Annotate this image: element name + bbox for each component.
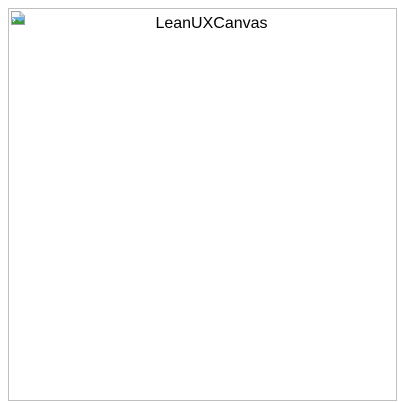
broken-image-placeholder: LeanUXCanvas <box>8 8 397 401</box>
image-alt-text: LeanUXCanvas <box>155 15 268 32</box>
